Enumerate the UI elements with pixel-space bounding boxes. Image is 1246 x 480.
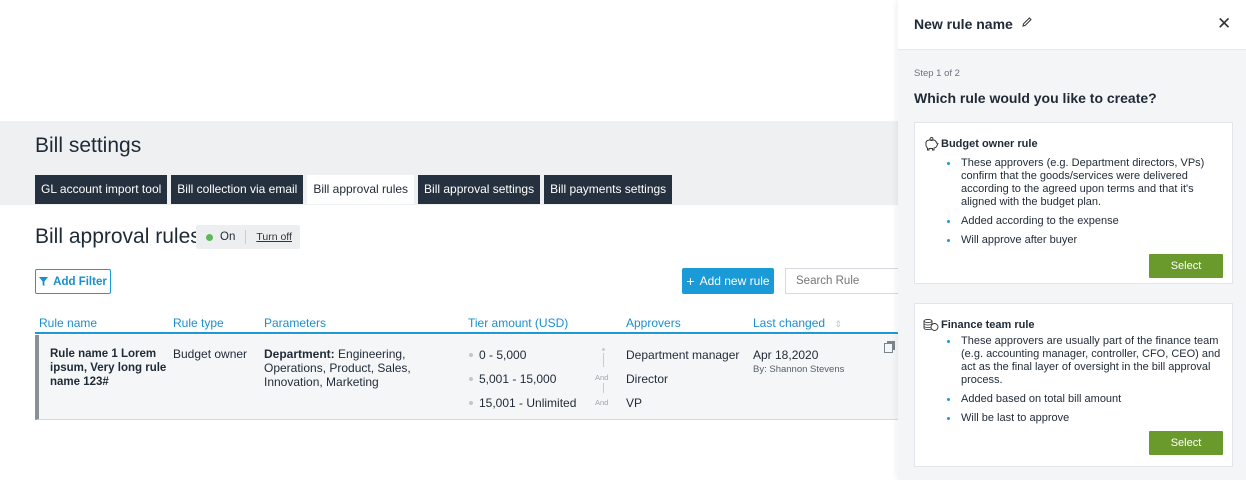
card-title: Budget owner rule xyxy=(941,138,1038,150)
connector-line xyxy=(603,353,604,367)
param-label: Department: xyxy=(264,347,335,361)
approver-item: VP xyxy=(626,396,643,410)
filter-icon xyxy=(39,277,49,286)
bullet-icon xyxy=(469,353,473,357)
settings-tabs: GL account import tool Bill collection v… xyxy=(35,175,673,204)
table-header: Rule name Rule type Parameters Tier amou… xyxy=(35,314,898,334)
add-new-rule-label: Add new rule xyxy=(699,274,770,288)
connector-line xyxy=(603,383,604,393)
tier-item: 0 - 5,000 xyxy=(469,348,526,362)
tab-gl-account-import[interactable]: GL account import tool xyxy=(35,175,168,204)
step-indicator: Step 1 of 2 xyxy=(914,68,960,79)
tier-item: 15,001 - Unlimited xyxy=(469,396,576,410)
col-last-changed[interactable]: Last changed ⇕ xyxy=(753,316,842,330)
list-item: These approvers are usually part of the … xyxy=(947,335,1227,387)
last-changed-by: By: Shannon Stevens xyxy=(753,364,845,375)
copy-icon[interactable] xyxy=(884,341,896,353)
list-item: Added according to the expense xyxy=(947,215,1227,228)
status-dot-icon xyxy=(206,233,213,241)
tier-item: 5,001 - 15,000 xyxy=(469,372,556,386)
card-bullets: These approvers (e.g. Department directo… xyxy=(947,157,1227,253)
tab-bill-approval-rules[interactable]: Bill approval rules xyxy=(307,175,415,204)
and-connector: And xyxy=(595,373,609,382)
rule-type-cell: Budget owner xyxy=(173,347,248,361)
col-approvers[interactable]: Approvers xyxy=(626,316,681,330)
connector-dot xyxy=(602,348,605,351)
rule-option-card[interactable]: Finance team rule These approvers are us… xyxy=(914,303,1233,467)
add-new-rule-button[interactable]: + Add new rule xyxy=(682,268,774,294)
divider xyxy=(245,230,247,244)
tier-label: 0 - 5,000 xyxy=(479,348,527,362)
panel-title: New rule name xyxy=(914,16,1013,32)
col-parameters[interactable]: Parameters xyxy=(264,316,326,330)
status-label: On xyxy=(220,231,236,243)
close-icon[interactable]: ✕ xyxy=(1217,14,1231,34)
rule-option-card[interactable]: Budget owner rule These approvers (e.g. … xyxy=(914,122,1233,284)
bullet-icon xyxy=(469,377,473,381)
search-input[interactable] xyxy=(785,268,898,294)
parameters-cell: Department: Engineering, Operations, Pro… xyxy=(264,347,459,389)
section-title: Bill approval rules xyxy=(35,225,201,248)
panel-header: New rule name ✕ xyxy=(898,0,1246,50)
turn-off-link[interactable]: Turn off xyxy=(256,231,292,243)
panel-question: Which rule would you like to create? xyxy=(914,90,1157,106)
main-content: Bill settings GL account import tool Bil… xyxy=(0,0,898,480)
list-item: Added based on total bill amount xyxy=(947,393,1227,406)
list-item: These approvers (e.g. Department directo… xyxy=(947,157,1227,209)
and-connector: And xyxy=(595,398,609,407)
approver-item: Director xyxy=(626,372,669,386)
add-filter-button[interactable]: Add Filter xyxy=(35,269,111,294)
approver-item: Department manager xyxy=(626,348,740,362)
card-title: Finance team rule xyxy=(941,319,1035,331)
last-changed-date: Apr 18,2020 xyxy=(753,348,819,362)
select-finance-team-button[interactable]: Select xyxy=(1149,431,1223,455)
tier-label: 15,001 - Unlimited xyxy=(479,396,577,410)
tab-bill-approval-settings[interactable]: Bill approval settings xyxy=(418,175,541,204)
list-item: Will be last to approve xyxy=(947,412,1227,425)
list-item: Will approve after buyer xyxy=(947,234,1227,247)
page-title: Bill settings xyxy=(35,134,142,157)
table-row[interactable]: Rule name 1 Lorem ipsum, Very long rule … xyxy=(35,335,898,420)
status-badge: On Turn off xyxy=(196,225,300,249)
plus-icon: + xyxy=(686,273,695,289)
bullet-icon xyxy=(469,401,473,405)
card-bullets: These approvers are usually part of the … xyxy=(947,335,1227,431)
tier-label: 5,001 - 15,000 xyxy=(479,372,557,386)
edit-icon[interactable] xyxy=(1021,16,1033,28)
piggy-bank-icon xyxy=(925,137,939,151)
new-rule-panel: New rule name ✕ Step 1 of 2 Which rule w… xyxy=(898,0,1246,480)
sort-icon: ⇕ xyxy=(834,319,842,329)
rule-name-cell: Rule name 1 Lorem ipsum, Very long rule … xyxy=(50,348,167,388)
coins-icon xyxy=(923,318,939,331)
col-last-changed-label: Last changed xyxy=(753,316,826,330)
col-tier-amount[interactable]: Tier amount (USD) xyxy=(468,316,568,330)
add-filter-label: Add Filter xyxy=(53,275,107,288)
col-rule-name[interactable]: Rule name xyxy=(39,316,97,330)
col-rule-type[interactable]: Rule type xyxy=(173,316,224,330)
select-budget-owner-button[interactable]: Select xyxy=(1149,254,1223,278)
tab-bill-collection-email[interactable]: Bill collection via email xyxy=(171,175,304,204)
tab-bill-payments-settings[interactable]: Bill payments settings xyxy=(544,175,673,204)
